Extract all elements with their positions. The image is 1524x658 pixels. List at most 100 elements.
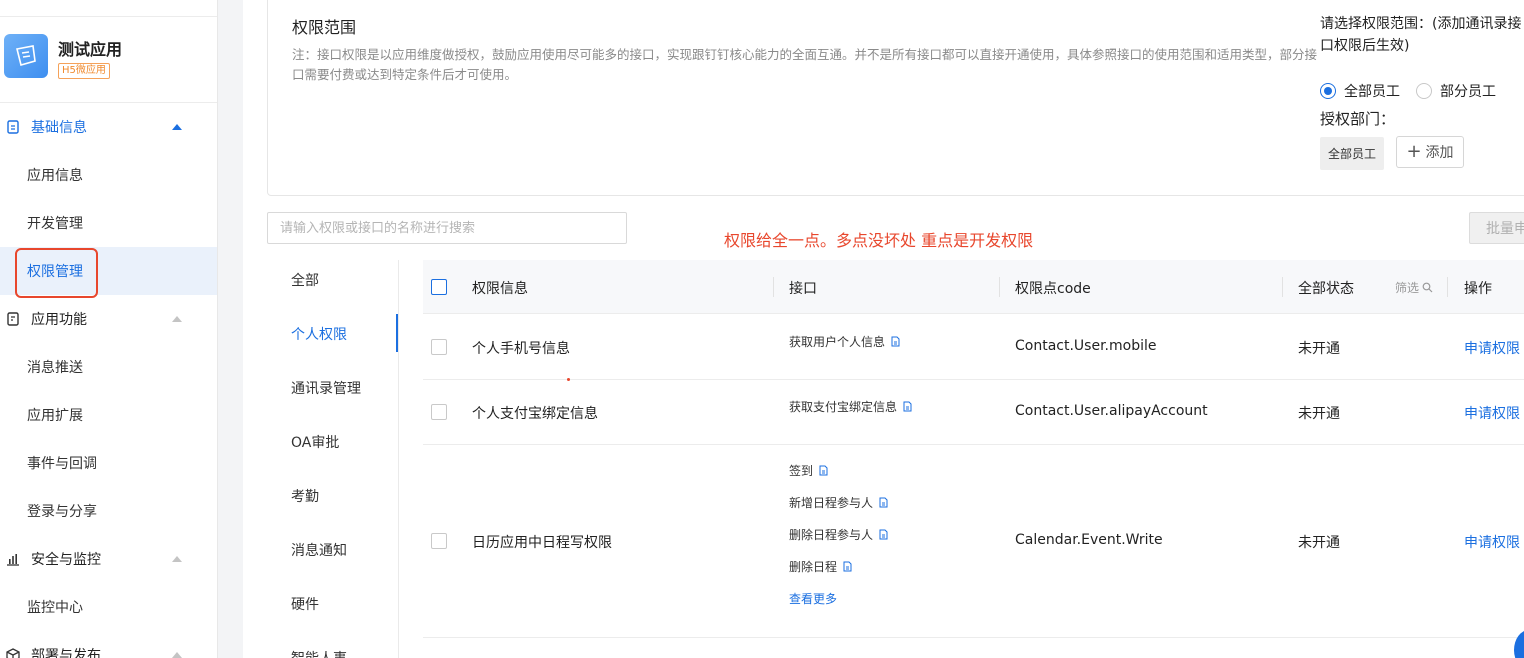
sidebar-item-label: 应用扩展 — [27, 408, 83, 424]
sidebar-item-app-info[interactable]: 应用信息 — [0, 151, 217, 199]
api-link[interactable]: 签到 — [789, 462, 828, 479]
annotation-text: 权限给全一点。多点没坏处 重点是开发权限 — [724, 231, 1034, 250]
document-icon — [879, 529, 888, 540]
api-link[interactable]: 获取支付宝绑定信息 — [789, 398, 912, 415]
app-function-icon — [5, 311, 21, 327]
status-filter[interactable]: 筛选 — [1395, 279, 1433, 296]
sidebar-item-monitor-center[interactable]: 监控中心 — [0, 583, 217, 631]
document-icon — [843, 561, 852, 572]
table-row: 个人手机号信息 获取用户个人信息 Contact.User.mobile 未开通… — [423, 315, 1524, 380]
sidebar-group-deploy[interactable]: 部署与发布 — [0, 631, 217, 658]
category-oa[interactable]: OA审批 — [291, 432, 339, 452]
chevron-up-icon[interactable] — [172, 556, 182, 562]
document-icon — [879, 497, 888, 508]
header-info: 权限信息 — [472, 281, 528, 297]
apply-permission-link[interactable]: 申请权限 — [1464, 532, 1520, 552]
api-link[interactable]: 新增日程参与人 — [789, 494, 888, 511]
page: 测试应用 H5微应用 基础信息 应用信息 开发管理 权限管理 应用功能 消息推送… — [0, 0, 1524, 658]
api-label: 签到 — [789, 464, 814, 478]
cube-icon — [5, 647, 21, 658]
auth-dept-label: 授权部门： — [1320, 110, 1396, 128]
chevron-up-icon[interactable] — [172, 124, 182, 130]
divider — [999, 277, 1000, 297]
app-logo-icon — [4, 34, 48, 78]
category-hardware[interactable]: 硬件 — [291, 594, 319, 614]
add-dept-button[interactable]: + 添加 — [1396, 136, 1464, 168]
divider — [1282, 277, 1283, 297]
add-label: 添加 — [1425, 145, 1454, 161]
sidebar-item-label: 登录与分享 — [27, 504, 97, 520]
perm-code: Contact.User.alipayAccount — [1015, 403, 1208, 419]
main-content: 权限范围 注：接口权限是以应用维度做授权，鼓励应用使用尽可能多的接口，实现跟钉钉… — [243, 0, 1524, 658]
category-all[interactable]: 全部 — [291, 270, 319, 290]
header-api: 接口 — [789, 281, 817, 297]
highlight-box — [15, 248, 98, 298]
sidebar-group-security[interactable]: 安全与监控 — [0, 535, 217, 583]
plus-icon: + — [1406, 141, 1422, 162]
divider — [0, 16, 217, 17]
dept-tag: 全部员工 — [1320, 137, 1384, 170]
document-icon — [891, 336, 900, 347]
apply-permission-link[interactable]: 申请权限 — [1464, 403, 1520, 423]
radio-partial-staff[interactable] — [1416, 83, 1432, 99]
sidebar-item-label: 监控中心 — [27, 600, 83, 616]
api-link[interactable]: 获取用户个人信息 — [789, 333, 900, 350]
sidebar-item-dev-manage[interactable]: 开发管理 — [0, 199, 217, 247]
category-hr[interactable]: 智能人事 — [291, 648, 347, 658]
radio-label: 部分员工 — [1440, 84, 1496, 100]
sidebar-group-label: 基础信息 — [31, 120, 87, 136]
scope-select-label: 请选择权限范围：(添加通讯录接口权限后生效) — [1320, 16, 1522, 54]
api-label: 删除日程 — [789, 560, 838, 574]
category-active-indicator — [396, 314, 398, 352]
status-text: 未开通 — [1298, 535, 1340, 551]
api-link[interactable]: 删除日程参与人 — [789, 526, 888, 543]
sidebar-group-label: 部署与发布 — [31, 648, 101, 658]
category-notice[interactable]: 消息通知 — [291, 540, 347, 560]
sidebar-item-label: 消息推送 — [27, 360, 83, 376]
api-label: 获取支付宝绑定信息 — [789, 400, 898, 414]
sidebar-item-label: 开发管理 — [27, 216, 83, 232]
app-type-badge: H5微应用 — [58, 63, 110, 79]
sidebar-item-msg-push[interactable]: 消息推送 — [0, 343, 217, 391]
radio-label: 全部员工 — [1344, 84, 1400, 100]
category-attendance[interactable]: 考勤 — [291, 486, 319, 506]
batch-apply-button[interactable]: 批量申 — [1469, 212, 1524, 244]
row-checkbox[interactable] — [431, 404, 447, 420]
sidebar-item-label: 事件与回调 — [27, 456, 97, 472]
view-more-link[interactable]: 查看更多 — [789, 590, 837, 607]
sidebar-group-app-function[interactable]: 应用功能 — [0, 295, 217, 343]
sidebar-item-app-ext[interactable]: 应用扩展 — [0, 391, 217, 439]
select-all-checkbox[interactable] — [431, 279, 447, 295]
api-link[interactable]: 删除日程 — [789, 558, 852, 575]
sidebar-item-login-share[interactable]: 登录与分享 — [0, 487, 217, 535]
row-checkbox[interactable] — [431, 533, 447, 549]
api-label: 新增日程参与人 — [789, 496, 874, 510]
perm-info: 日历应用中日程写权限 — [472, 535, 612, 551]
row-checkbox[interactable] — [431, 339, 447, 355]
perm-info: 个人支付宝绑定信息 — [472, 406, 598, 422]
chevron-up-icon[interactable] — [172, 316, 182, 322]
radio-all-staff[interactable] — [1320, 83, 1336, 99]
category-personal[interactable]: 个人权限 — [291, 324, 347, 344]
api-label: 获取用户个人信息 — [789, 335, 886, 349]
category-list: 全部 个人权限 通讯录管理 OA审批 考勤 消息通知 硬件 智能人事 — [267, 260, 399, 658]
header-status: 全部状态 — [1298, 281, 1354, 297]
scope-radio-group: 全部员工 部分员工 — [1320, 81, 1512, 101]
sidebar: 测试应用 H5微应用 基础信息 应用信息 开发管理 权限管理 应用功能 消息推送… — [0, 0, 218, 658]
search-input[interactable] — [267, 212, 627, 244]
category-contacts[interactable]: 通讯录管理 — [291, 378, 361, 398]
annotation-dot — [567, 378, 570, 381]
table-header: 权限信息 接口 权限点code 全部状态 筛选 操作 — [423, 260, 1524, 314]
header-action: 操作 — [1464, 281, 1492, 297]
sidebar-group-basic-info[interactable]: 基础信息 — [0, 103, 217, 151]
apply-permission-link[interactable]: 申请权限 — [1464, 338, 1520, 358]
api-label: 删除日程参与人 — [789, 528, 874, 542]
sidebar-item-event-callback[interactable]: 事件与回调 — [0, 439, 217, 487]
divider — [1447, 277, 1448, 297]
perm-code: Calendar.Event.Write — [1015, 532, 1163, 548]
bar-chart-icon — [5, 551, 21, 567]
divider — [773, 277, 774, 297]
app-title: 测试应用 — [58, 40, 123, 59]
perm-info: 个人手机号信息 — [472, 341, 570, 357]
chevron-up-icon[interactable] — [172, 652, 182, 658]
